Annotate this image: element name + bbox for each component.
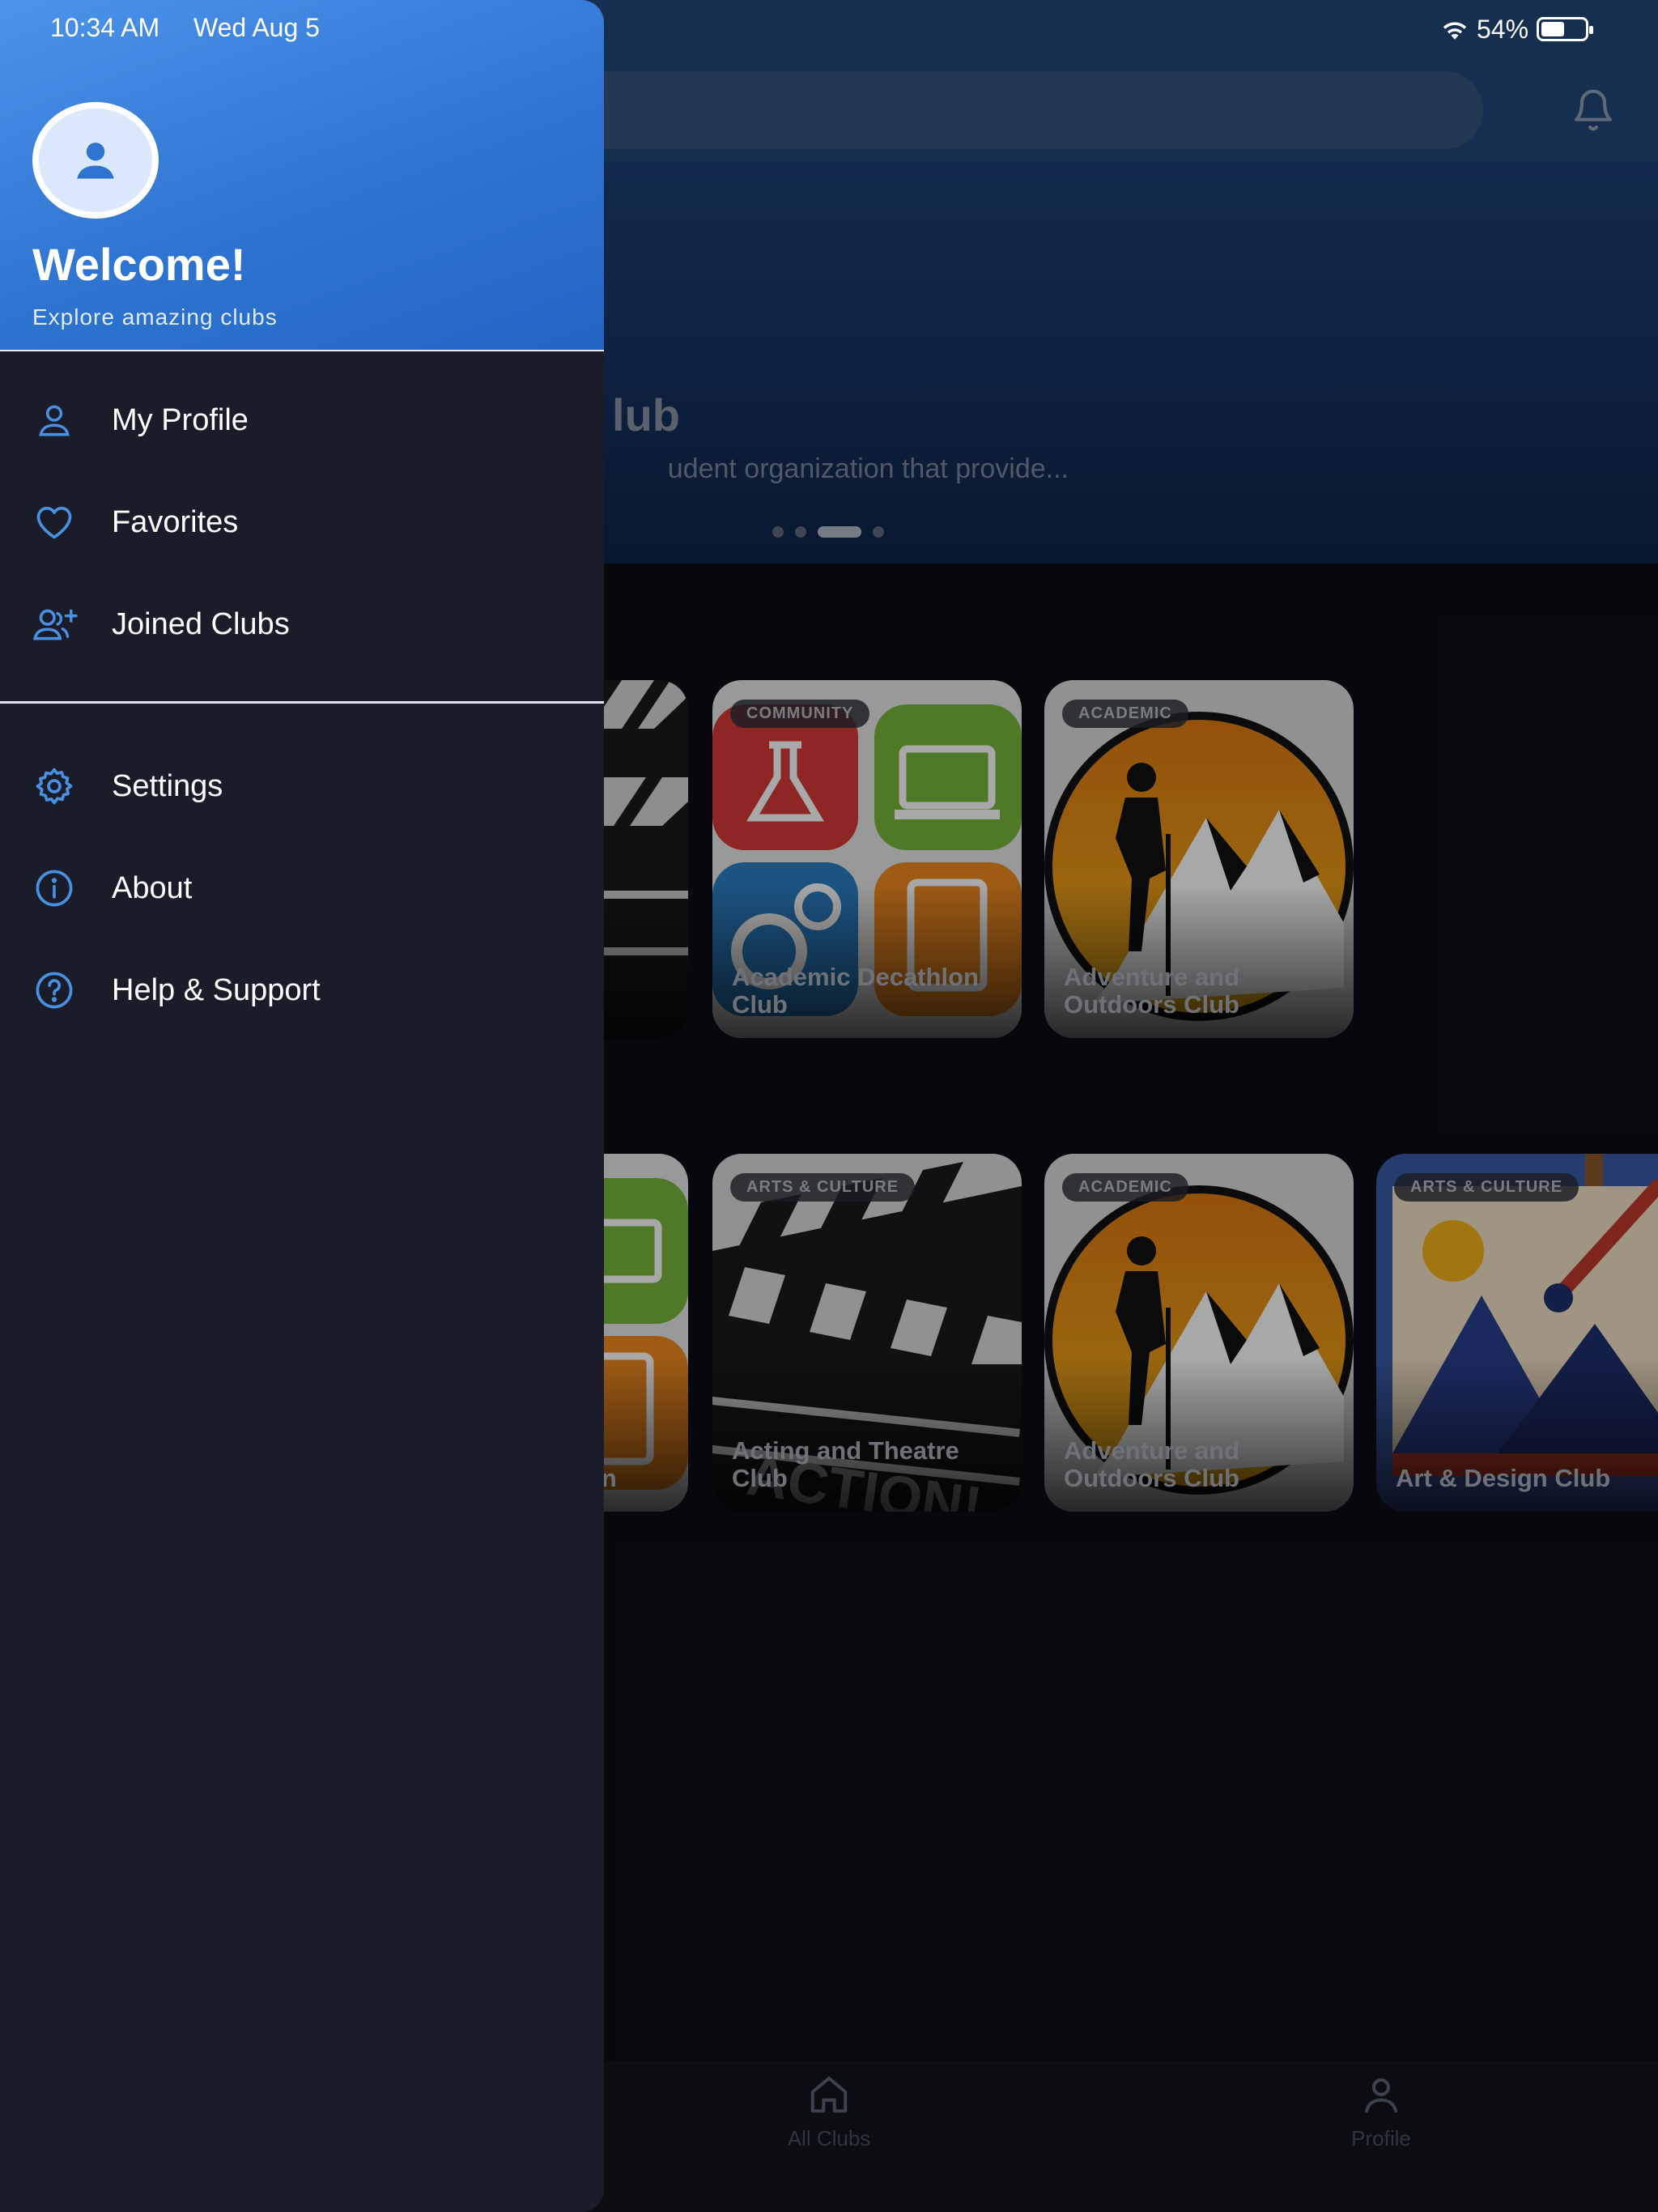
welcome-subtitle: Explore amazing clubs <box>32 304 278 330</box>
battery-percent: 54% <box>1477 14 1529 44</box>
drawer-item-label: About <box>112 870 193 905</box>
info-icon <box>31 865 78 912</box>
status-bar-left: 10:34 AM Wed Aug 5 <box>50 13 320 43</box>
drawer-item-my-profile[interactable]: My Profile <box>0 376 604 465</box>
battery-fill <box>1541 22 1565 36</box>
battery-icon <box>1537 17 1594 41</box>
wifi-icon <box>1443 22 1467 40</box>
heart-icon <box>31 499 78 546</box>
drawer-item-settings[interactable]: Settings <box>0 742 604 831</box>
drawer-item-label: Settings <box>112 768 223 803</box>
drawer-item-label: My Profile <box>112 402 249 437</box>
status-bar-right: 54% <box>1441 11 1619 47</box>
person-icon <box>77 143 114 179</box>
drawer-item-help-support[interactable]: Help & Support <box>0 946 604 1035</box>
drawer-divider <box>0 701 604 704</box>
welcome-title: Welcome! <box>32 239 246 290</box>
gear-icon <box>31 763 78 810</box>
drawer-item-joined-clubs[interactable]: Joined Clubs <box>0 580 604 669</box>
avatar[interactable] <box>32 102 159 219</box>
drawer-item-favorites[interactable]: Favorites <box>0 478 604 567</box>
status-time: 10:34 AM <box>50 13 160 42</box>
help-icon <box>31 967 78 1014</box>
drawer-header: 10:34 AM Wed Aug 5 Welcome! Explore amaz… <box>0 0 604 351</box>
status-date: Wed Aug 5 <box>193 13 320 42</box>
drawer-item-label: Help & Support <box>112 972 321 1007</box>
add-person-icon <box>31 601 78 648</box>
drawer-item-about[interactable]: About <box>0 844 604 933</box>
screen: lub udent organization that provide... t… <box>0 0 1658 2212</box>
drawer-item-label: Favorites <box>112 504 239 539</box>
drawer-item-label: Joined Clubs <box>112 606 290 641</box>
navigation-drawer: 10:34 AM Wed Aug 5 Welcome! Explore amaz… <box>0 0 604 2212</box>
person-icon <box>31 397 78 444</box>
